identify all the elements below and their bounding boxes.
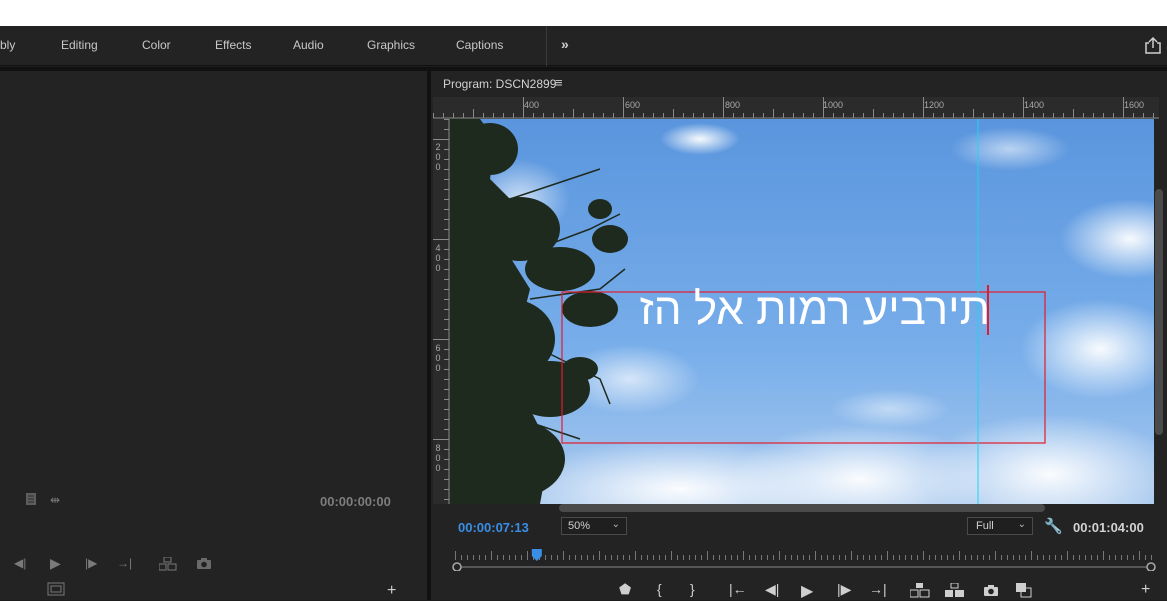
ruler-label: 600 [625,100,641,110]
vertical-scrollbar[interactable] [1155,189,1163,435]
camera-icon[interactable] [983,584,999,597]
tab-editing[interactable]: Editing [61,38,98,52]
tab-captions[interactable]: Captions [456,38,503,52]
source-monitor-panel: ⇹ 00:00:00:00 ◀| ▶ |▶ →| + [0,71,427,600]
zoom-select[interactable]: 50% ⌄ [561,517,627,535]
window-top-strip [0,0,1167,26]
ruler-label: 800 [725,100,741,110]
step-back-icon[interactable]: ◀| [14,556,26,570]
step-back-icon[interactable]: ◀| [765,581,779,598]
tab-effects[interactable]: Effects [215,38,251,52]
mark-in-icon[interactable]: { [657,581,662,597]
horizontal-ruler: 400 600 800 1000 1200 1400 1600 [433,97,1159,119]
panel-title[interactable]: Program: DSCN2899 [443,77,556,91]
go-to-out-icon[interactable]: →| [117,556,132,570]
ruler-label: 800 [435,443,441,473]
workspace-separator [546,26,547,66]
resolution-value: Full [976,520,994,532]
tab-color[interactable]: Color [142,38,171,52]
safe-margins-icon[interactable] [47,582,65,596]
ruler-label: 400 [435,243,441,273]
duration-timecode: 00:01:04:00 [1073,520,1144,535]
insert-icon[interactable] [159,557,177,571]
tab-audio[interactable]: Audio [293,38,324,52]
ruler-label: 1600 [1124,100,1145,110]
add-marker-icon[interactable]: ⬟ [619,581,631,598]
lift-icon[interactable] [910,583,930,598]
ruler-label: 200 [435,142,441,172]
resolution-select[interactable]: Full ⌄ [967,517,1033,535]
extract-icon[interactable] [945,583,965,598]
play-icon[interactable]: ▶ [801,581,813,601]
step-forward-icon[interactable]: |▶ [837,581,851,598]
ruler-label: 1000 [823,100,844,110]
add-button-icon[interactable]: + [1141,581,1150,599]
go-to-out-icon[interactable]: →| [869,581,887,597]
share-icon[interactable] [1144,37,1162,55]
go-to-in-icon[interactable]: |← [729,581,747,597]
tab-graphics[interactable]: Graphics [367,38,415,52]
ruler-label: 1400 [1024,100,1045,110]
double-chevron-right-icon[interactable]: » [561,36,569,52]
vertical-ruler: 200 400 600 800 [433,119,450,504]
compare-view-icon[interactable] [1015,582,1033,598]
current-timecode[interactable]: 00:00:07:13 [458,520,529,535]
play-icon[interactable]: ▶ [50,555,61,572]
ruler-label: 400 [524,100,540,110]
zoom-value: 50% [568,520,591,532]
audio-waveform-icon[interactable]: ⇹ [50,493,60,507]
camera-icon[interactable] [196,557,212,570]
mark-out-icon[interactable]: } [690,581,695,597]
program-monitor-panel: Program: DSCN2899 ≡ 400 600 800 1000 120… [431,71,1167,600]
ruler-label: 1200 [924,100,945,110]
overlay-text[interactable]: תירביע רמות אל הז [560,283,990,337]
horizontal-scrollbar[interactable] [559,504,1045,512]
chevron-down-icon: ⌄ [611,519,620,530]
program-video-frame[interactable]: תירביע רמות אל הז [450,119,1154,504]
time-ruler[interactable] [451,549,1157,572]
clip-icon[interactable] [25,492,37,506]
tab-assembly[interactable]: bly [0,38,15,52]
chevron-down-icon: ⌄ [1017,519,1026,530]
add-button-icon[interactable]: + [387,582,396,600]
wrench-icon[interactable]: 🔧 [1044,517,1063,535]
step-forward-icon[interactable]: |▶ [85,556,97,570]
workspace-bar: bly Editing Color Effects Audio Graphics… [0,26,1167,66]
panel-menu-icon[interactable]: ≡ [555,75,563,90]
source-timecode: 00:00:00:00 [320,494,391,509]
ruler-label: 600 [435,343,441,373]
